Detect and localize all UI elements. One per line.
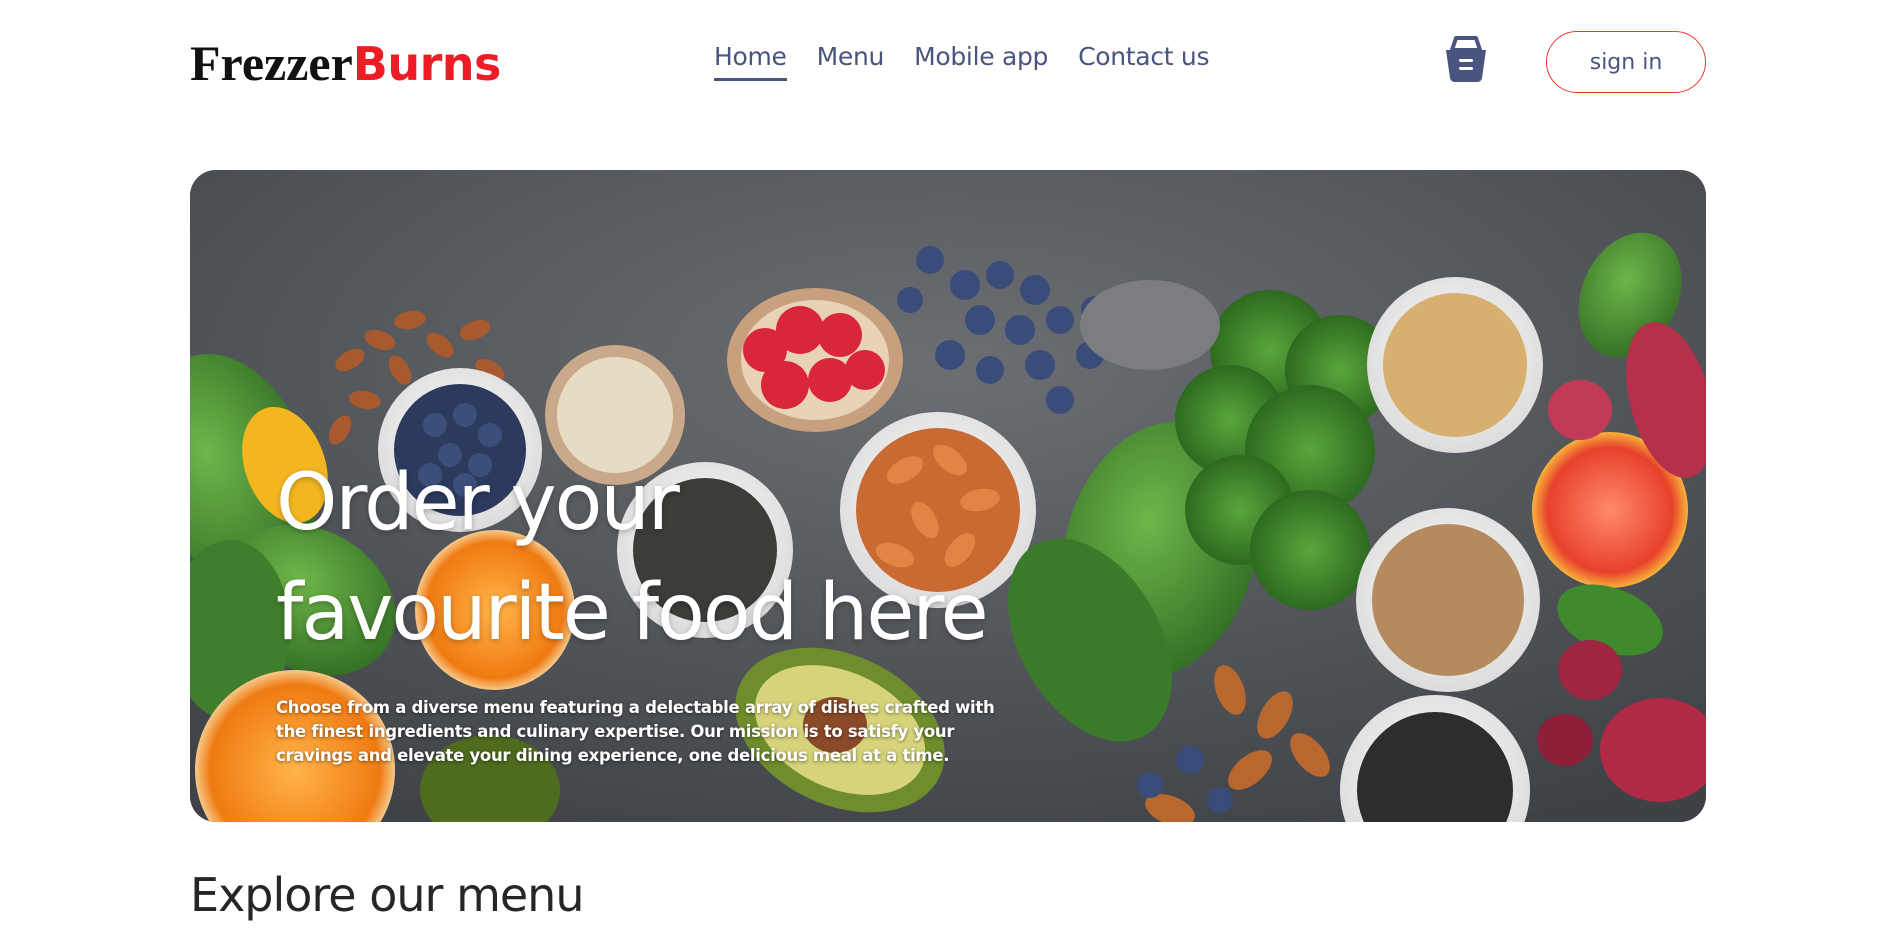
hero-title-line2: favourite food here — [276, 568, 989, 658]
sign-in-button[interactable]: sign in — [1546, 31, 1706, 93]
hero-content: Order your favourite food here Choose fr… — [276, 448, 1036, 768]
nav-item-mobile-app[interactable]: Mobile app — [914, 42, 1048, 81]
nav-item-home[interactable]: Home — [714, 42, 787, 81]
hero-title-line1: Order your — [276, 458, 680, 548]
nav-item-contact-us[interactable]: Contact us — [1078, 42, 1209, 81]
navbar: FrezzerBurns Home Menu Mobile app Contac… — [190, 26, 1708, 98]
explore-menu-heading: Explore our menu — [190, 868, 584, 922]
basket-icon[interactable] — [1442, 34, 1490, 84]
brand-logo-part2: Burns — [352, 37, 502, 91]
nav-menu: Home Menu Mobile app Contact us — [714, 42, 1210, 81]
brand-logo-part1: Frezzer — [190, 35, 353, 91]
brand-logo[interactable]: FrezzerBurns — [190, 38, 501, 88]
nav-item-menu[interactable]: Menu — [817, 42, 885, 81]
hero-banner: Order your favourite food here Choose fr… — [190, 170, 1706, 822]
hero-title: Order your favourite food here — [276, 448, 1036, 668]
hero-description: Choose from a diverse menu featuring a d… — [276, 698, 995, 765]
